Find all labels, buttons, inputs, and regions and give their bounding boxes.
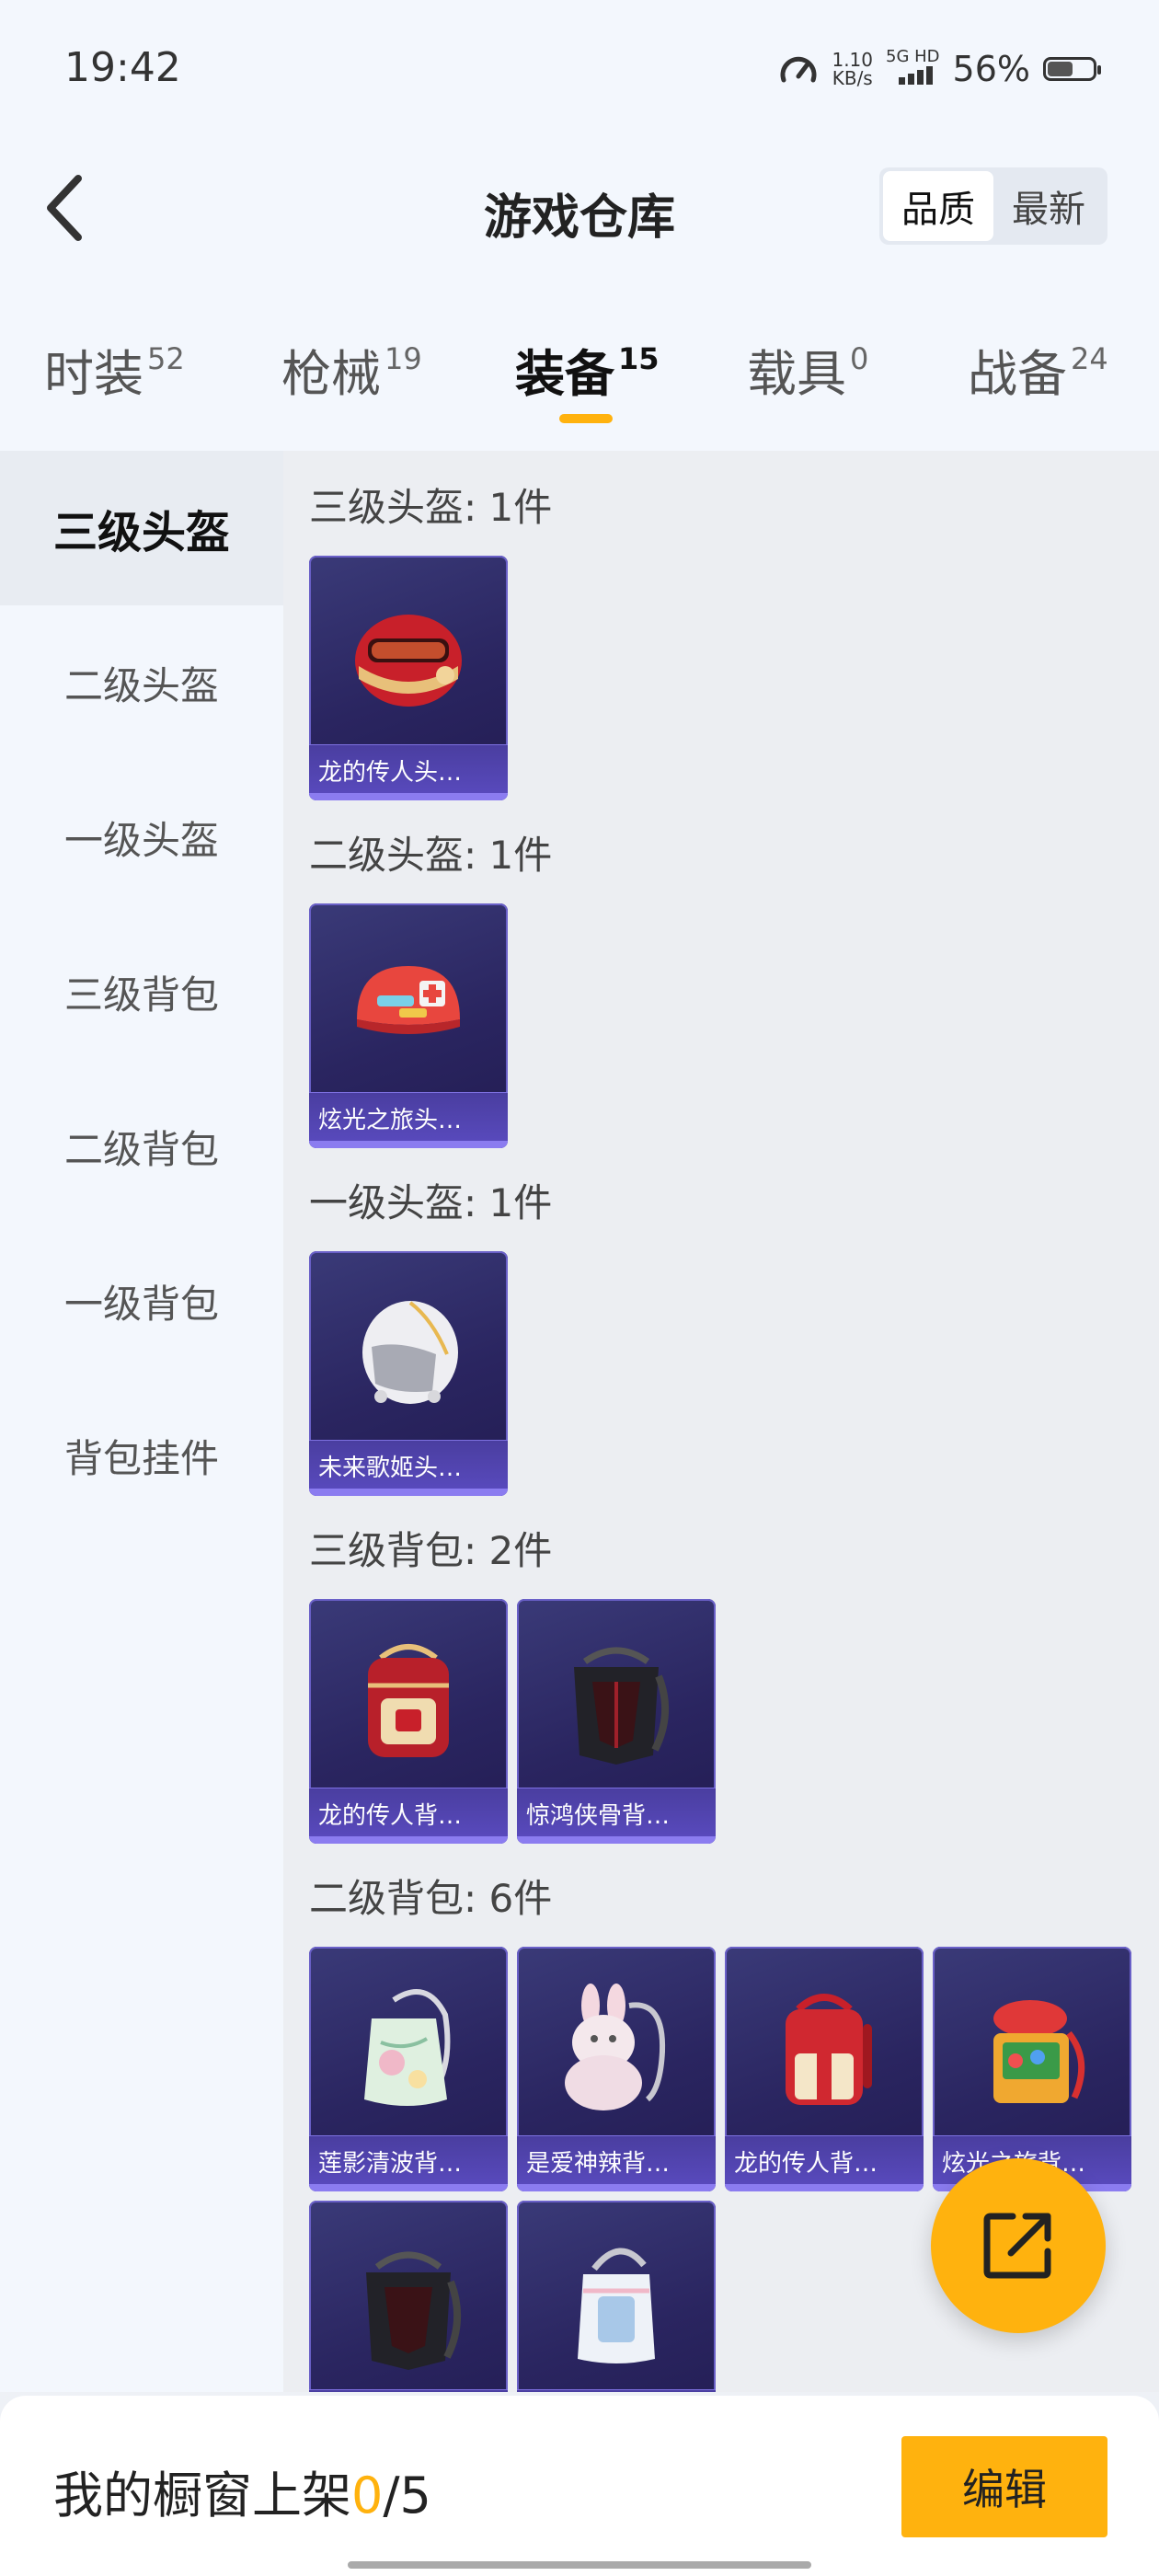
tab-equipment[interactable]: 装备 15: [515, 333, 660, 406]
tab-guns[interactable]: 枪械 19: [281, 333, 422, 406]
sidebar-item-backpack-charm[interactable]: 背包挂件: [0, 1378, 283, 1533]
net-speed: 1.10 KB/s: [832, 51, 873, 87]
item-card[interactable]: 是爱神辣背…: [517, 1947, 716, 2191]
backpack-icon: [786, 1994, 872, 2105]
item-name: 炫光之旅头…: [318, 1107, 463, 1134]
item-card[interactable]: 炫光之旅头…: [309, 903, 508, 1148]
battery-percent: 56%: [952, 48, 1030, 89]
share-icon: [983, 2213, 1051, 2279]
battery-icon: [1043, 56, 1101, 81]
item-name: 是爱神辣背…: [526, 2150, 671, 2178]
showcase-count: 0: [351, 2467, 384, 2524]
signal-icon: 5G HD: [886, 48, 940, 89]
backpack-icon: [565, 1984, 666, 2110]
group-title: 二级背包: 6件: [309, 1876, 553, 1921]
item-card[interactable]: [309, 2201, 508, 2392]
tab-label: 枪械: [281, 345, 381, 403]
speedometer-icon: [781, 56, 817, 82]
item-card[interactable]: 龙的传人背…: [309, 1599, 508, 1844]
item-card[interactable]: 莲影清波背…: [309, 1947, 508, 2191]
card-label-bg: [517, 2389, 716, 2392]
item-card[interactable]: 炫光之旅背…: [933, 1947, 1131, 2191]
card-label-bg: [309, 2389, 508, 2392]
showcase-total: /5: [383, 2467, 431, 2524]
sidebar-item-level1-helmet[interactable]: 一级头盔: [0, 760, 283, 914]
item-name: 龙的传人背…: [318, 1802, 463, 1830]
home-indicator[interactable]: [348, 2561, 811, 2569]
helmet-icon: [362, 1301, 458, 1404]
bottom-bar: 我的橱窗上架0/5 编辑: [0, 2396, 1159, 2576]
status-bar: 19:42 1.10 KB/s 5G HD 56%: [0, 0, 1159, 138]
item-name: 未来歌姬头…: [318, 1455, 463, 1482]
tab-vehicles[interactable]: 载具 0: [747, 333, 868, 406]
item-name: 莲影清波背…: [318, 2150, 463, 2178]
category-tabs: 时装 52 枪械 19 装备 15 载具 0 战备 24: [0, 276, 1159, 451]
backpack-icon: [578, 2248, 655, 2363]
sidebar: 三级头盔 二级头盔 一级头盔 三级背包 二级背包 一级背包 背包挂件: [0, 451, 283, 2392]
backpack-icon: [364, 1989, 451, 2106]
item-list: 三级头盔: 1件 龙的传人头… 二级头盔: 1件 炫光之旅头… 一级头盔: 1件…: [283, 451, 1159, 2392]
group-title: 三级背包: 2件: [309, 1528, 553, 1573]
sidebar-item-level2-helmet[interactable]: 二级头盔: [0, 605, 283, 760]
backpack-icon: [368, 1644, 449, 1757]
tab-label: 时装: [44, 345, 143, 403]
network-label: 5G HD: [886, 47, 940, 66]
edit-button[interactable]: 编辑: [901, 2436, 1107, 2537]
sidebar-item-level1-backpack[interactable]: 一级背包: [0, 1224, 283, 1378]
tab-fashion[interactable]: 时装 52: [44, 333, 185, 406]
tab-count: 15: [618, 341, 660, 376]
group-title: 三级头盔: 1件: [309, 485, 553, 530]
tab-label: 战备: [968, 345, 1067, 403]
sort-toggle: 品质 最新: [879, 167, 1107, 245]
item-card[interactable]: 龙的传人头…: [309, 556, 508, 800]
tab-battle-gear[interactable]: 战备 24: [968, 333, 1108, 406]
tab-label: 装备: [515, 345, 614, 403]
tab-count: 52: [147, 341, 185, 376]
helmet-icon: [355, 615, 462, 707]
helmet-icon: [357, 966, 460, 1034]
item-name: 惊鸿侠骨背…: [526, 1802, 671, 1830]
item-card[interactable]: 未来歌姬头…: [309, 1251, 508, 1496]
item-name: 龙的传人头…: [318, 759, 463, 787]
item-name: 龙的传人背…: [734, 2150, 878, 2178]
header: 游戏仓库 品质 最新: [0, 138, 1159, 276]
item-card[interactable]: [517, 2201, 716, 2392]
status-time: 19:42: [64, 44, 181, 91]
group-title: 一级头盔: 1件: [309, 1180, 553, 1225]
item-card[interactable]: 龙的传人背…: [725, 1947, 924, 2191]
sort-newest-button[interactable]: 最新: [993, 171, 1104, 241]
showcase-label: 我的橱窗上架: [53, 2467, 351, 2524]
tab-count: 0: [850, 341, 869, 376]
group-title: 二级头盔: 1件: [309, 833, 553, 878]
game-warehouse-screen: 19:42 1.10 KB/s 5G HD 56% 游戏仓库 品质 最新 时装 …: [0, 0, 1159, 2576]
tab-indicator: [559, 414, 613, 423]
backpack-icon: [366, 2251, 462, 2370]
item-card[interactable]: 惊鸿侠骨背…: [517, 1599, 716, 1844]
backpack-icon: [993, 2000, 1085, 2103]
tab-label: 载具: [747, 345, 846, 403]
sidebar-item-level3-helmet[interactable]: 三级头盔: [0, 451, 283, 605]
share-button[interactable]: [931, 2158, 1106, 2333]
showcase-status: 我的橱窗上架0/5: [53, 2455, 431, 2527]
sidebar-item-level3-backpack[interactable]: 三级背包: [0, 914, 283, 1069]
backpack-icon: [574, 1647, 670, 1765]
net-speed-value: 1.10: [832, 48, 873, 71]
tab-count: 24: [1071, 341, 1108, 376]
status-icons: 1.10 KB/s 5G HD 56%: [778, 48, 1101, 89]
net-speed-unit: KB/s: [832, 66, 873, 89]
sidebar-item-level2-backpack[interactable]: 二级背包: [0, 1069, 283, 1224]
tab-count: 19: [384, 341, 422, 376]
sort-quality-button[interactable]: 品质: [883, 171, 993, 241]
